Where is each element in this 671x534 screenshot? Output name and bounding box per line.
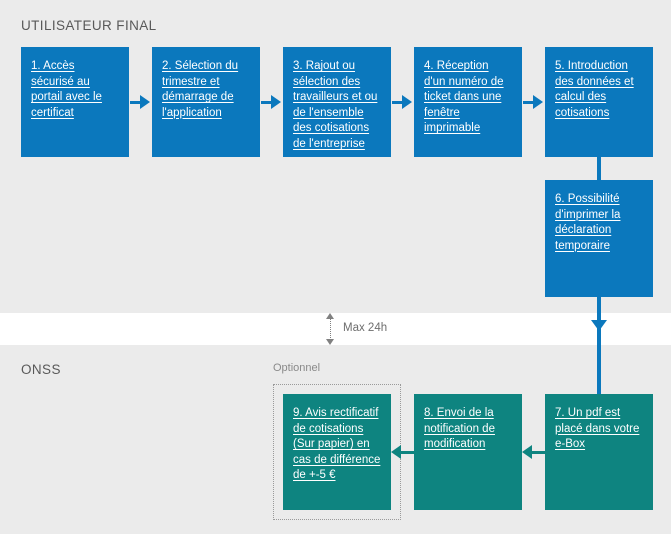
swimlane-title-onss: ONSS (21, 362, 61, 377)
process-node-1[interactable]: 1. Accès sécurisé au portail avec le cer… (21, 47, 129, 157)
process-node-2-label: 2. Sélection du trimestre et démarrage d… (162, 60, 239, 119)
arrow-left-icon (391, 445, 401, 459)
process-node-7[interactable]: 7. Un pdf est placé dans votre e-Box (545, 394, 653, 510)
max24h-label: Max 24h (343, 322, 388, 334)
arrow-right-icon (271, 95, 281, 109)
arrow-right-icon (402, 95, 412, 109)
max24h-arrow-down-icon (326, 339, 334, 345)
arrow-right-icon (533, 95, 543, 109)
connector-7-to-8 (532, 451, 545, 454)
process-node-8-label: 8. Envoi de la notification de modificat… (424, 407, 495, 451)
process-node-5-label: 5. Introduction des données et calcul de… (555, 60, 634, 119)
connector-6-to-7 (597, 297, 601, 394)
process-node-4[interactable]: 4. Réception d'un numéro de ticket dans … (414, 47, 522, 157)
arrow-left-icon (522, 445, 532, 459)
flowchart-diagram: UTILISATEUR FINAL ONSS Optionnel Max 24h… (0, 0, 671, 534)
process-node-1-label: 1. Accès sécurisé au portail avec le cer… (31, 60, 102, 119)
connector-5-to-6 (597, 157, 601, 181)
swimlane-gap-band (0, 313, 671, 345)
process-node-5[interactable]: 5. Introduction des données et calcul de… (545, 47, 653, 157)
process-node-9-label: 9. Avis rectificatif de cotisations (Sur… (293, 407, 381, 482)
arrow-down-icon (591, 320, 607, 331)
swimlane-title-user: UTILISATEUR FINAL (21, 18, 157, 33)
process-node-3[interactable]: 3. Rajout ou sélection des travailleurs … (283, 47, 391, 157)
process-node-6[interactable]: 6. Possibilité d'imprimer la déclaration… (545, 180, 653, 297)
process-node-6-label: 6. Possibilité d'imprimer la déclaration… (555, 193, 621, 252)
process-node-9[interactable]: 9. Avis rectificatif de cotisations (Sur… (283, 394, 391, 510)
arrow-right-icon (140, 95, 150, 109)
optional-group-label: Optionnel (273, 362, 321, 374)
process-node-8[interactable]: 8. Envoi de la notification de modificat… (414, 394, 522, 510)
process-node-2[interactable]: 2. Sélection du trimestre et démarrage d… (152, 47, 260, 157)
process-node-4-label: 4. Réception d'un numéro de ticket dans … (424, 60, 504, 135)
connector-8-to-9 (401, 451, 414, 454)
process-node-7-label: 7. Un pdf est placé dans votre e-Box (555, 407, 640, 451)
process-node-3-label: 3. Rajout ou sélection des travailleurs … (293, 60, 378, 150)
